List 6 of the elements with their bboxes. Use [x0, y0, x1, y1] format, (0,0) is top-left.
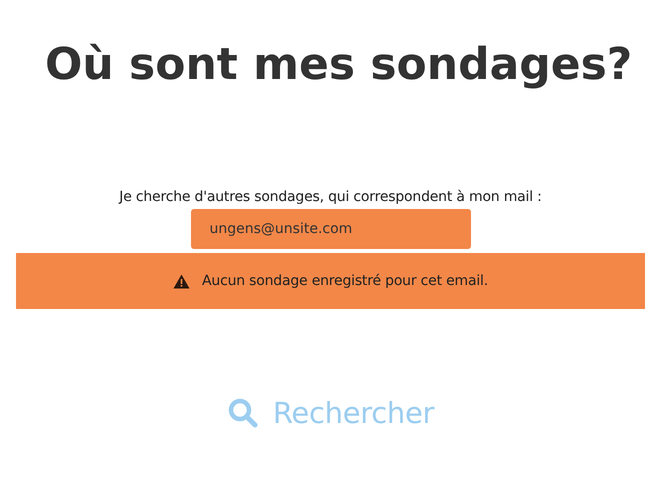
warning-icon [173, 274, 190, 288]
page-title: Où sont mes sondages? [45, 38, 632, 92]
alert-message: Aucun sondage enregistré pour cet email. [202, 272, 488, 290]
email-field[interactable]: ungens@unsite.com [190, 209, 470, 249]
search-icon [226, 397, 259, 429]
email-label: Je cherche d'autres sondages, qui correspondent à mon mail : [119, 188, 542, 207]
